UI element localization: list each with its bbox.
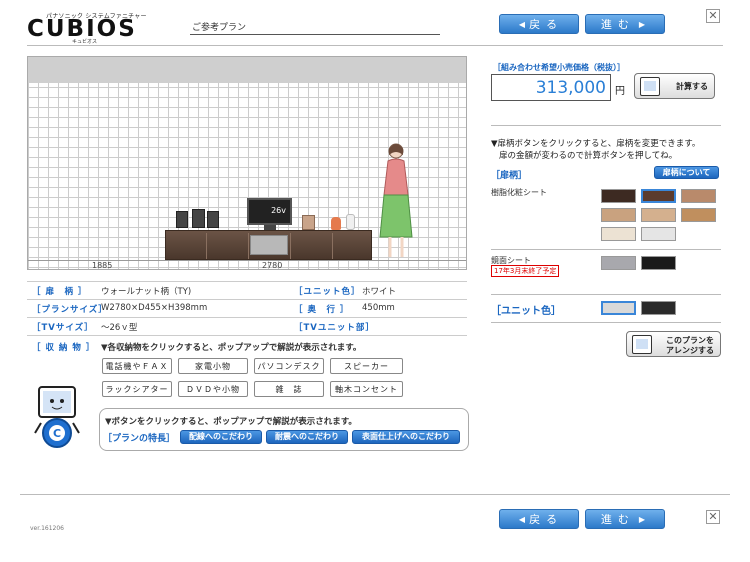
swatch-resin-3[interactable] — [681, 189, 716, 203]
person-figure — [379, 143, 413, 257]
back-button-bottom[interactable]: ◀ 戻る — [499, 509, 579, 529]
info-divider — [27, 281, 467, 282]
side-divider — [491, 125, 721, 126]
feature-earthquake-button[interactable]: 耐震へのこだわり — [266, 430, 348, 444]
swatch-unit-black[interactable] — [641, 301, 676, 315]
mascot-icon: C — [34, 386, 80, 448]
mirror-discontinued-note: 17年3月末終了予定 — [491, 265, 560, 277]
tv-unit-key: ［TVユニット部］ — [294, 323, 375, 333]
swatch-resin-5[interactable] — [641, 208, 676, 222]
resin-sheet-label: 樹脂化粧シート — [491, 188, 547, 197]
calculate-button[interactable]: 計算する — [634, 73, 715, 99]
header-divider — [27, 45, 723, 46]
speaker-left[interactable] — [176, 211, 188, 228]
version-label: ver.161206 — [30, 525, 64, 532]
storage-rack-theater-button[interactable]: ラックシアター — [102, 381, 172, 397]
tv-size-key: ［TVサイズ］ — [32, 323, 94, 333]
left-arrow-icon: ◀ — [518, 514, 526, 524]
info-divider — [27, 335, 467, 336]
swatch-resin-1[interactable] — [601, 189, 636, 203]
tv-board-unit[interactable] — [165, 230, 372, 260]
next-button-bottom[interactable]: 進む ▶ — [585, 509, 665, 529]
info-divider — [27, 299, 467, 300]
side-divider — [491, 249, 721, 250]
storage-phone-fax-button[interactable]: 電話機やＦＡＸ — [102, 358, 172, 374]
tv-size-value: ～26ｖ型 — [101, 323, 138, 333]
swatch-resin-6[interactable] — [681, 208, 716, 222]
swatch-mirror-2[interactable] — [641, 256, 676, 270]
tv-stand — [264, 225, 276, 230]
depth-value: 450mm — [362, 303, 395, 313]
storage-note: ▼各収納物をクリックすると、ポップアップで解説が表示されます。 — [101, 343, 362, 353]
price-title: ［組み合わせ希望小売価格（税抜）］ — [493, 63, 625, 72]
photo-frame — [302, 215, 315, 230]
storage-speaker-button[interactable]: スピーカー — [330, 358, 403, 374]
storage-key: ［ 収 納 物 ］ — [32, 343, 96, 353]
next-button[interactable]: 進む ▶ — [585, 14, 665, 34]
storage-pc-desk-button[interactable]: パソコンデスク — [254, 358, 324, 374]
storage-appliance-button[interactable]: 家電小物 — [178, 358, 248, 374]
footer-divider — [20, 494, 730, 495]
swatch-resin-2[interactable] — [641, 189, 676, 203]
right-arrow-icon: ▶ — [638, 514, 646, 524]
dim-center-label: 2780 — [262, 261, 283, 270]
pattern-instructions: ▼扉柄ボタンをクリックすると、扉柄を変更できます。 扉の金額が変わるので計算ボタ… — [491, 139, 701, 161]
speaker-right[interactable] — [207, 211, 219, 228]
unit-color-value: ホワイト — [362, 287, 397, 297]
pattern-title: ［扉柄］ — [491, 171, 528, 181]
mascot-small-icon — [640, 77, 660, 96]
pattern-value: ウォールナット柄（TY) — [101, 287, 192, 297]
feature-wiring-button[interactable]: 配線へのこだわり — [180, 430, 262, 444]
dim-left-label: 1885 — [92, 261, 113, 270]
feature-surface-button[interactable]: 表面仕上げへのこだわり — [352, 430, 460, 444]
close-button[interactable]: ✕ — [706, 9, 720, 23]
vase-orange — [331, 217, 341, 230]
storage-dvd-button[interactable]: ＤＶＤや小物 — [178, 381, 248, 397]
plan-preview: 26v 1885 2780 — [27, 56, 467, 270]
yen-label: 円 — [615, 86, 625, 97]
unit-color-key: ［ユニット色］ — [294, 287, 361, 297]
storage-outlet-button[interactable]: 軸木コンセント — [330, 381, 403, 397]
side-divider — [491, 322, 721, 323]
vase-white — [346, 214, 355, 230]
speaker-center[interactable] — [192, 209, 205, 228]
plan-title: ご参考プラン — [192, 23, 247, 33]
side-divider — [491, 294, 721, 295]
arrange-plan-button[interactable]: このプランを アレンジする — [626, 331, 721, 357]
storage-magazine-button[interactable]: 雑 誌 — [254, 381, 324, 397]
swatch-resin-4[interactable] — [601, 208, 636, 222]
left-arrow-icon: ◀ — [518, 19, 526, 29]
info-divider — [27, 317, 467, 318]
plan-size-key: ［プランサイズ］ — [32, 305, 108, 315]
pattern-key: ［ 扉 柄 ］ — [32, 287, 88, 297]
pattern-about-button[interactable]: 扉柄について — [654, 166, 719, 179]
swatch-resin-8[interactable] — [641, 227, 676, 241]
logo-reading: キュビオス — [72, 39, 98, 45]
close-button-bottom[interactable]: ✕ — [706, 510, 720, 524]
ceiling — [28, 57, 466, 83]
price-display: 313,000 — [491, 74, 611, 101]
svg-text:C: C — [53, 427, 61, 440]
back-button[interactable]: ◀ 戻る — [499, 14, 579, 34]
swatch-resin-7[interactable] — [601, 227, 636, 241]
mascot-small-icon — [632, 335, 652, 354]
unit-color-title: ［ユニット色］ — [491, 306, 561, 317]
right-arrow-icon: ▶ — [638, 19, 646, 29]
swatch-unit-white[interactable] — [601, 301, 636, 315]
features-label: ［プランの特長］ — [103, 434, 176, 444]
plan-title-underline — [190, 34, 440, 35]
features-note: ▼ボタンをクリックすると、ポップアップで解説が表示されます。 — [105, 417, 357, 427]
tv[interactable]: 26v — [247, 198, 292, 225]
depth-key: ［ 奥 行 ］ — [294, 305, 350, 315]
swatch-mirror-1[interactable] — [601, 256, 636, 270]
plan-size-value: W2780×D455×H398mm — [101, 303, 208, 313]
